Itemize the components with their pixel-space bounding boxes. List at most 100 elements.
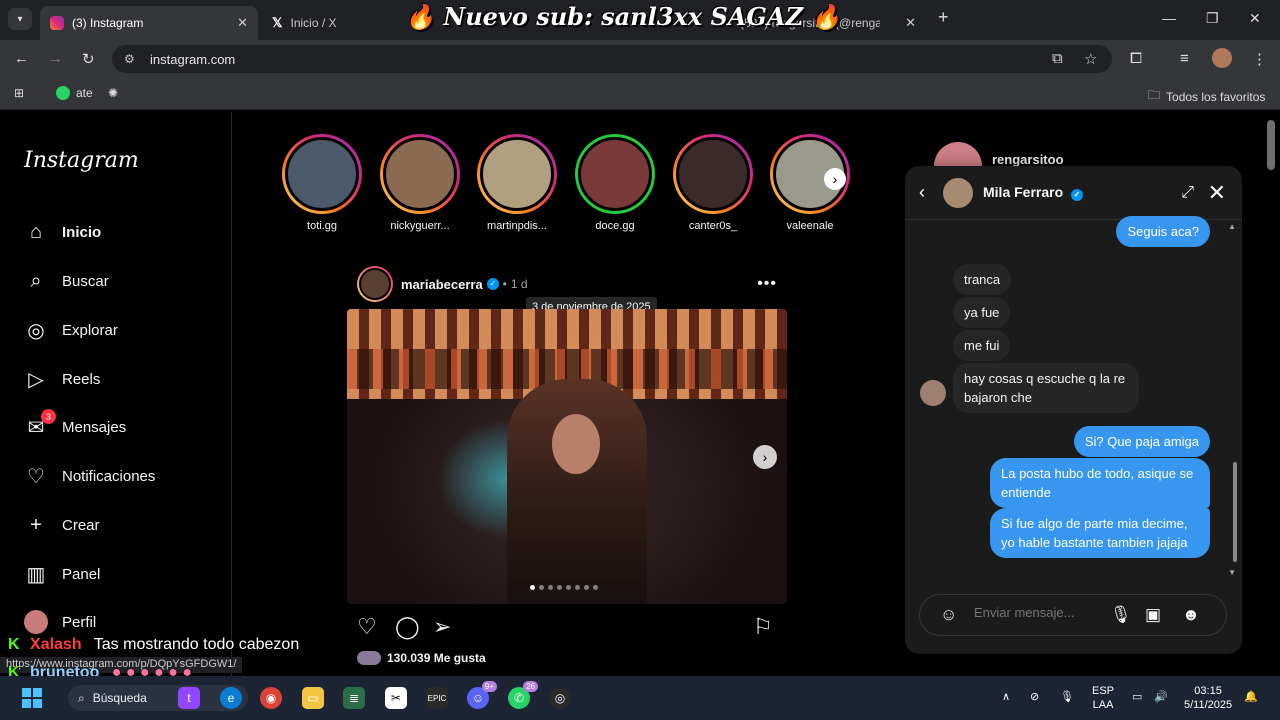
url-text: instagram.com <box>150 51 236 67</box>
sidebar-item-panel[interactable]: ▥ Panel <box>24 562 101 586</box>
scroll-up-icon[interactable]: ▲ <box>1228 222 1236 231</box>
ig-sidebar: Instagram ⌂ Inicio ⌕ Buscar ◎ Explorar ▷… <box>0 112 232 680</box>
story-item[interactable]: nickyguerr... <box>380 134 460 232</box>
chatgpt-icon[interactable]: ✺ <box>108 86 118 100</box>
post-username[interactable]: mariabecerra <box>401 277 483 292</box>
sidebar-item-inicio[interactable]: ⌂ Inicio <box>24 220 101 244</box>
image-icon[interactable]: ▣ <box>1145 605 1161 625</box>
minimize-icon[interactable]: — <box>1162 10 1176 26</box>
tab-instagram[interactable]: (3) Instagram ✕ <box>40 6 258 40</box>
flame-icon: 🔥 <box>405 2 435 31</box>
bookmark-label: ate <box>76 86 93 100</box>
chat-contact-avatar[interactable] <box>943 177 973 208</box>
capcut-icon[interactable]: ✂ <box>385 687 407 709</box>
sidebar-item-buscar[interactable]: ⌕ Buscar <box>24 269 108 293</box>
discord-icon[interactable]: ☺ 9+ <box>467 681 497 709</box>
tab-title: Inicio / X <box>290 16 337 30</box>
sticker-icon[interactable]: ☻ <box>1182 605 1200 625</box>
close-tab-icon[interactable]: ✕ <box>905 15 916 31</box>
sidebar-item-reels[interactable]: ▷ Reels <box>24 367 100 391</box>
post-actions: ♡ ◯ ➢ ⚐ <box>357 614 777 644</box>
save-bookmark-icon[interactable]: ⚐ <box>753 614 773 640</box>
instagram-logo[interactable]: Instagram <box>24 148 139 173</box>
back-icon[interactable]: ← <box>14 50 29 67</box>
flame-icon: 🔥 <box>811 2 842 31</box>
microphone-icon[interactable]: 🎙 <box>1110 605 1132 625</box>
message-incoming: hay cosas q escuche q la re bajaron che <box>953 363 1139 413</box>
chat-contact-name[interactable]: Mila Ferraro ✓ <box>983 184 1084 201</box>
stories-next-icon[interactable]: › <box>824 168 846 190</box>
search-icon: ⌕ <box>30 269 42 292</box>
file-explorer-icon[interactable]: ▭ <box>302 687 324 709</box>
message-input[interactable] <box>974 605 1114 620</box>
tab-x[interactable]: 𝕏 Inicio / X <box>262 6 400 40</box>
extensions-icon[interactable]: ⧠ <box>1130 50 1142 67</box>
new-tab-button[interactable]: + <box>938 7 949 28</box>
profile-avatar[interactable] <box>1212 48 1232 68</box>
post-time[interactable]: 1 d <box>511 277 528 291</box>
close-icon[interactable]: ✕ <box>1208 180 1226 206</box>
media-control-icon[interactable]: ≡ <box>1180 50 1189 67</box>
chat-scrollbar[interactable] <box>1233 462 1237 562</box>
story-item[interactable]: toti.gg <box>282 134 362 232</box>
volume-icon[interactable]: 🔊 <box>1154 690 1168 704</box>
clock[interactable]: 03:15 5/11/2025 <box>1184 684 1232 712</box>
emoji-icon[interactable]: ☺ <box>940 605 957 625</box>
language-indicator[interactable]: ESP LAA <box>1092 684 1114 712</box>
windows-start-icon[interactable] <box>22 688 42 708</box>
chrome-icon[interactable]: ◉ <box>260 687 282 709</box>
back-chevron-icon[interactable]: ‹ <box>919 182 925 203</box>
restore-icon[interactable]: ❐ <box>1206 10 1219 27</box>
mic-icon[interactable]: 🎙 <box>1060 690 1074 704</box>
install-app-icon[interactable]: ⧉ <box>1052 50 1063 67</box>
obs-icon[interactable]: ◎ <box>549 687 571 709</box>
tray-chevron-icon[interactable]: ∧ <box>1002 690 1010 704</box>
post-author-avatar[interactable] <box>357 266 393 302</box>
apps-grid-icon[interactable]: ⊞ <box>14 86 24 100</box>
story-item[interactable]: canter0s_ <box>673 134 753 232</box>
instagram-icon <box>50 16 64 30</box>
menu-icon[interactable]: ⋮ <box>1252 50 1267 68</box>
sidebar-item-label: Explorar <box>62 321 118 339</box>
bookmark-whatsapp[interactable]: ate <box>56 86 93 100</box>
story-item[interactable]: martinpdis... <box>477 134 557 232</box>
edge-icon[interactable]: e <box>220 687 242 709</box>
scroll-down-icon[interactable]: ▼ <box>1228 568 1236 577</box>
notepad-icon[interactable]: ≣ <box>343 687 365 709</box>
share-icon[interactable]: ➢ <box>433 614 451 640</box>
sidebar-item-notificaciones[interactable]: ♡ Notificaciones <box>24 464 155 488</box>
close-window-icon[interactable]: ✕ <box>1249 10 1261 27</box>
expand-icon[interactable]: ⤢ <box>1181 184 1194 202</box>
story-item[interactable]: doce.gg <box>575 134 655 232</box>
likes-count[interactable]: 130.039 Me gusta <box>357 651 486 665</box>
sidebar-item-mensajes[interactable]: ✉ 3 Mensajes <box>24 409 126 439</box>
post-image[interactable]: › <box>347 309 787 604</box>
tab-search-button[interactable]: ▾ <box>8 8 32 30</box>
reload-icon[interactable]: ↻ <box>82 50 95 68</box>
message-outgoing: Si? Que paja amiga <box>1073 426 1210 457</box>
site-info-icon[interactable]: ⚙ <box>124 52 135 66</box>
comment-icon[interactable]: ◯ <box>395 614 420 640</box>
sidebar-item-crear[interactable]: + Crear <box>24 513 99 537</box>
display-icon[interactable]: ▭ <box>1132 690 1142 704</box>
epic-games-icon[interactable]: EPIC <box>426 687 448 709</box>
url-bar[interactable]: ⚙ instagram.com <box>112 45 1112 73</box>
like-heart-icon[interactable]: ♡ <box>357 614 377 640</box>
all-bookmarks[interactable]: 🗀 Todos los favoritos <box>1148 86 1265 107</box>
chart-icon: ▥ <box>26 563 46 586</box>
sidebar-item-explorar[interactable]: ◎ Explorar <box>24 318 118 342</box>
twitch-icon[interactable]: t <box>178 687 200 709</box>
whatsapp-icon[interactable]: ✆ 26 <box>508 681 538 709</box>
more-options-icon[interactable]: ••• <box>757 275 777 293</box>
network-off-icon[interactable]: ⊘ <box>1030 690 1039 704</box>
notification-bell-icon[interactable]: 🔔 <box>1244 690 1258 704</box>
sidebar-item-perfil[interactable]: Perfil <box>24 610 96 634</box>
carousel-next-icon[interactable]: › <box>753 445 777 469</box>
forward-icon[interactable]: → <box>48 50 63 67</box>
bookmark-star-icon[interactable]: ☆ <box>1084 50 1097 68</box>
carousel-dot <box>575 585 580 590</box>
carousel-dot <box>557 585 562 590</box>
messenger-icon: ✉ 3 <box>24 409 56 439</box>
close-tab-icon[interactable]: ✕ <box>237 15 248 31</box>
page-scrollbar[interactable] <box>1267 120 1275 170</box>
